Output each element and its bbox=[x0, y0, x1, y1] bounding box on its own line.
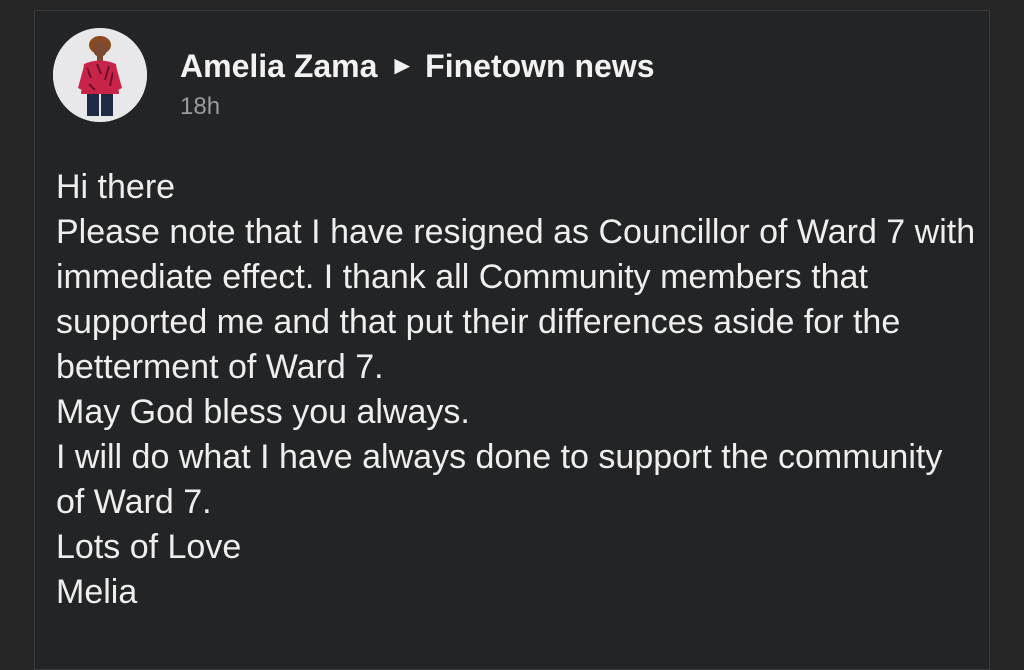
post-line: I will do what I have always done to sup… bbox=[56, 438, 943, 521]
post-line: Hi there bbox=[56, 168, 176, 206]
author-name[interactable]: Amelia Zama bbox=[180, 48, 377, 84]
post-card: Amelia Zama ► Finetown news 18h Hi there P… bbox=[34, 10, 990, 670]
profile-photo-icon bbox=[53, 28, 147, 122]
post-line: Please note that I have resigned as Coun… bbox=[56, 213, 976, 386]
group-name[interactable]: Finetown news bbox=[425, 48, 654, 84]
author-avatar[interactable] bbox=[53, 28, 147, 122]
post-text: Hi there Please note that I have resigne… bbox=[56, 165, 976, 615]
post-timestamp[interactable]: 18h bbox=[180, 93, 220, 121]
post-line: Melia bbox=[56, 573, 138, 611]
post-header: Amelia Zama ► Finetown news bbox=[180, 48, 655, 85]
arrow-right-icon: ► bbox=[389, 50, 416, 80]
post-line: May God bless you always. bbox=[56, 393, 470, 431]
post-line: Lots of Love bbox=[56, 528, 242, 566]
